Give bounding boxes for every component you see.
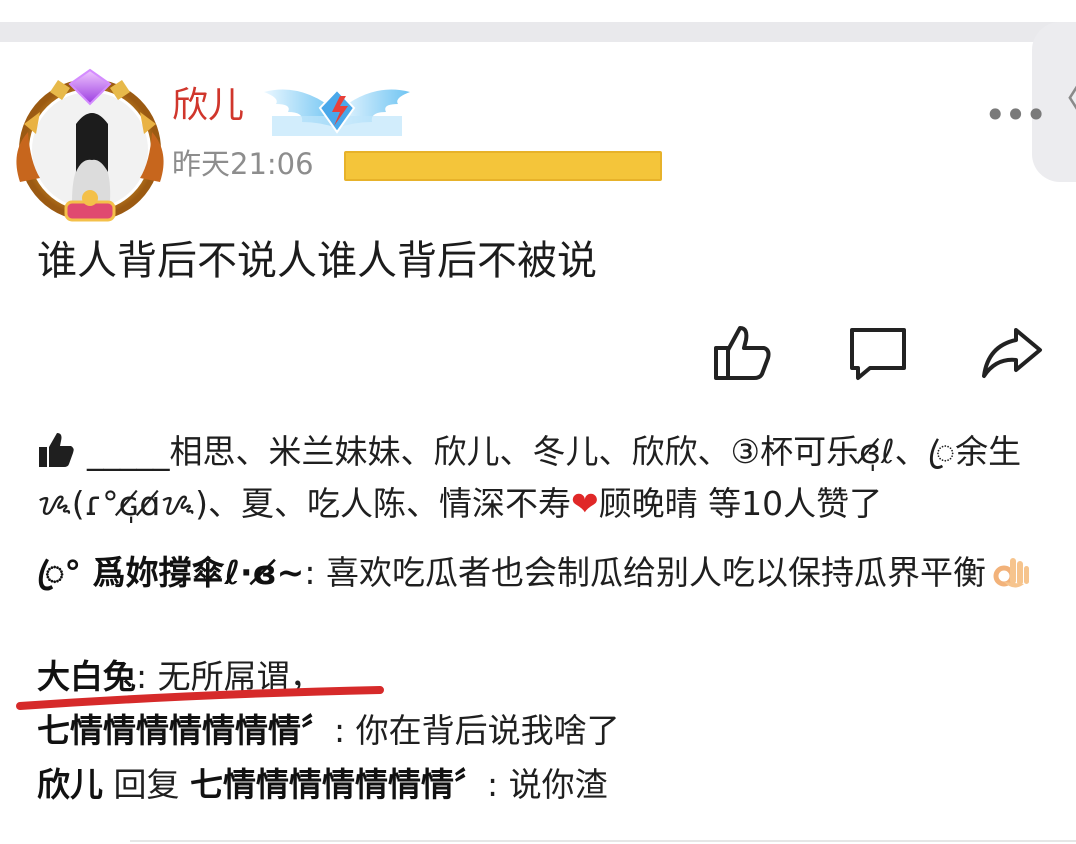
post-author-name[interactable]: 欣儿 (172, 88, 244, 124)
vip-wings-badge-icon (262, 82, 412, 140)
like-button[interactable] (710, 320, 774, 384)
divider (130, 840, 1076, 842)
heart-icon: ❤ (570, 484, 599, 523)
comment-item[interactable]: 七情情情情情情情〞: 你在背后说我啥了 (37, 704, 1047, 758)
reply-target[interactable]: 七情情情情情情情〞 (190, 765, 487, 804)
comment-author[interactable]: 欣儿 (37, 765, 103, 804)
comment-text: 说你渣 (508, 765, 608, 804)
share-button[interactable] (980, 320, 1044, 384)
post-timestamp: 昨天21:06 (172, 147, 314, 181)
comment-author[interactable]: 七情情情情情情情〞 (37, 711, 334, 750)
avatar[interactable] (10, 62, 170, 227)
comment-button[interactable] (846, 320, 910, 384)
top-spacer (0, 0, 1076, 22)
avatar-frame-icon (16, 68, 164, 222)
comment-item[interactable]: ꦿ° 爲妳撐傘ℓ·ɞ̸~: 喜欢吃瓜者也会制瓜给别人吃以保持瓜界平衡 (37, 546, 1047, 600)
reply-label: 回复 (113, 765, 180, 804)
thumbs-up-icon (714, 326, 771, 380)
more-dots-icon[interactable]: ••• (984, 96, 1047, 134)
likes-count-suffix: 等10人赞了 (708, 484, 883, 523)
comment-separator: : (334, 711, 356, 750)
comment-separator: : (487, 765, 509, 804)
comment-bubble-icon (850, 328, 906, 380)
comment-author[interactable]: ꦿ° 爲妳撐傘ℓ·ɞ̸~ (37, 553, 304, 592)
comment-text: 你在背后说我啥了 (355, 711, 620, 750)
thumbs-up-filled-icon (37, 431, 75, 469)
chevron-left-icon[interactable]: 〈 (1046, 80, 1076, 118)
share-arrow-icon (982, 328, 1042, 378)
comment-text: 喜欢吃瓜者也会制瓜给别人吃以保持瓜界平衡 (325, 553, 986, 592)
comment-separator: : (304, 553, 326, 592)
likes-list: _____相思、米兰妹妹、欣儿、冬儿、欣欣、③杯可乐ɞ̸̩ℓ、ꦿ余生ᝰ(ɾ°ɢ̸… (37, 426, 1047, 530)
ok-hand-emoji-icon (990, 552, 1030, 592)
top-divider-bar (0, 22, 1076, 42)
post-content: 谁人背后不说人谁人背后不被说 (37, 238, 597, 284)
likes-last-name[interactable]: 顾晚晴 (599, 484, 698, 523)
highlight-redaction-bar (344, 151, 662, 181)
comment-item[interactable]: 欣儿 回复 七情情情情情情情〞: 说你渣 (37, 758, 1047, 812)
